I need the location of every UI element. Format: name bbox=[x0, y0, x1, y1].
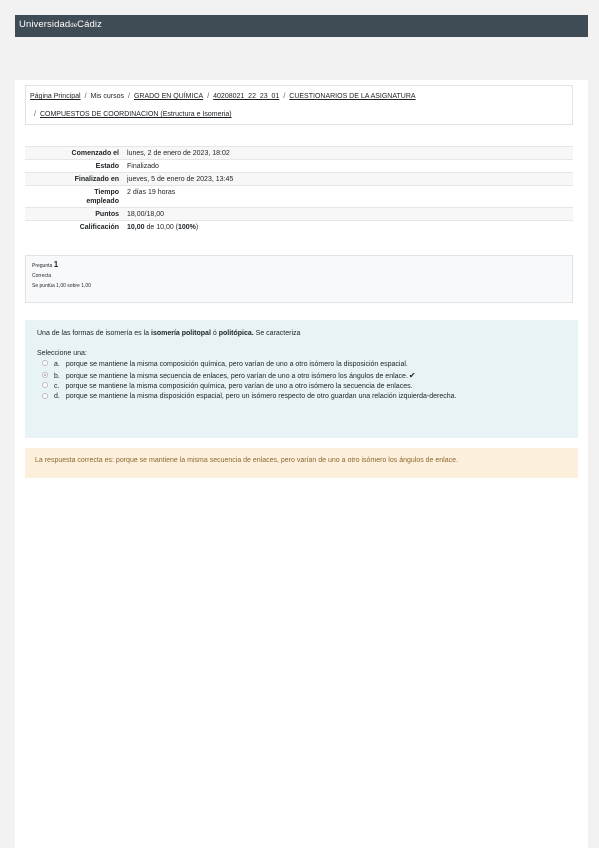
breadcrumb-separator: / bbox=[128, 93, 130, 100]
attempt-summary-table: Comenzado el lunes, 2 de enero de 2023, … bbox=[25, 146, 573, 233]
summary-label: Estado bbox=[95, 162, 119, 170]
breadcrumb-separator: / bbox=[207, 93, 210, 100]
summary-row-started: Comenzado el lunes, 2 de enero de 2023, … bbox=[25, 146, 573, 160]
summary-value: jueves, 5 de enero de 2023, 13:45 bbox=[127, 175, 234, 183]
summary-label: Puntos bbox=[95, 210, 119, 218]
summary-value: 2 días 19 horas bbox=[127, 188, 176, 196]
question-text: Una de las formas de isomería es la isom… bbox=[37, 330, 301, 337]
radio-button-selected[interactable] bbox=[42, 371, 48, 378]
breadcrumb-course-link[interactable]: 40208021_22_23_01 bbox=[213, 93, 279, 100]
breadcrumb-my-courses: Mis cursos bbox=[90, 93, 124, 100]
summary-label: Tiempo empleado bbox=[86, 188, 119, 205]
summary-label: Comenzado el bbox=[71, 149, 119, 157]
answer-option-a[interactable]: a. porque se mantiene la misma composició… bbox=[37, 360, 566, 371]
university-logo[interactable]: UniversidaddeCádiz bbox=[19, 19, 102, 30]
page-content: Página Principal / Mis cursos / GRADO EN QUÍ… bbox=[15, 80, 588, 848]
correct-answer-feedback: La respuesta correcta es: porque se mant… bbox=[25, 448, 578, 478]
top-navbar: UniversidaddeCádiz bbox=[15, 15, 588, 37]
answer-options: a. porque se mantiene la misma composició… bbox=[37, 360, 566, 403]
summary-value: 10,00 de 10,00 (100%) bbox=[127, 223, 199, 231]
select-one-prompt: Seleccione una: bbox=[37, 350, 87, 357]
breadcrumb-separator: / bbox=[34, 111, 36, 118]
breadcrumb: Página Principal / Mis cursos / GRADO EN QUÍ… bbox=[25, 85, 573, 125]
breadcrumb-section-link[interactable]: CUESTIONARIOS DE LA ASIGNATURA bbox=[289, 93, 415, 100]
summary-row-state: Estado Finalizado bbox=[25, 159, 573, 173]
radio-button[interactable] bbox=[42, 392, 48, 399]
breadcrumb-separator: / bbox=[84, 93, 87, 100]
summary-row-time-taken: Tiempo empleado 2 días 19 horas bbox=[25, 185, 573, 208]
summary-value: 18,00/18,00 bbox=[127, 210, 164, 218]
breadcrumb-home-link[interactable]: Página Principal bbox=[30, 93, 81, 100]
answer-option-b[interactable]: b. porque se mantiene la misma secuencia … bbox=[37, 371, 566, 382]
breadcrumb-separator: / bbox=[283, 93, 286, 100]
radio-button[interactable] bbox=[42, 360, 48, 367]
breadcrumb-quiz-link[interactable]: COMPUESTOS DE COORDINACION (Estructura e… bbox=[40, 111, 232, 118]
breadcrumb-degree-link[interactable]: GRADO EN QUÍMICA bbox=[134, 93, 203, 100]
question-info-box: Pregunta 1 Correcta Se puntúa 1,00 sobre… bbox=[25, 255, 573, 303]
question-content: Una de las formas de isomería es la isom… bbox=[25, 320, 578, 438]
answer-option-c[interactable]: c. porque se mantiene la misma composició… bbox=[37, 381, 566, 393]
summary-row-grade: Calificación 10,00 de 10,00 (100%) bbox=[25, 220, 573, 233]
radio-button[interactable] bbox=[42, 381, 48, 388]
summary-value: lunes, 2 de enero de 2023, 18:02 bbox=[127, 149, 230, 157]
checkmark-icon: ✔ bbox=[408, 370, 416, 380]
question-number: Pregunta 1 bbox=[32, 260, 59, 269]
question-status: Correcta bbox=[32, 273, 52, 279]
summary-label: Calificación bbox=[79, 223, 119, 231]
answer-option-d[interactable]: d. porque se mantiene la misma disposició… bbox=[37, 392, 566, 403]
summary-label: Finalizado en bbox=[74, 175, 119, 183]
question-score: Se puntúa 1,00 sobre 1,00 bbox=[32, 283, 91, 289]
summary-value: Finalizado bbox=[127, 162, 159, 170]
summary-row-finished: Finalizado en jueves, 5 de enero de 2023… bbox=[25, 172, 573, 186]
summary-row-points: Puntos 18,00/18,00 bbox=[25, 207, 573, 221]
